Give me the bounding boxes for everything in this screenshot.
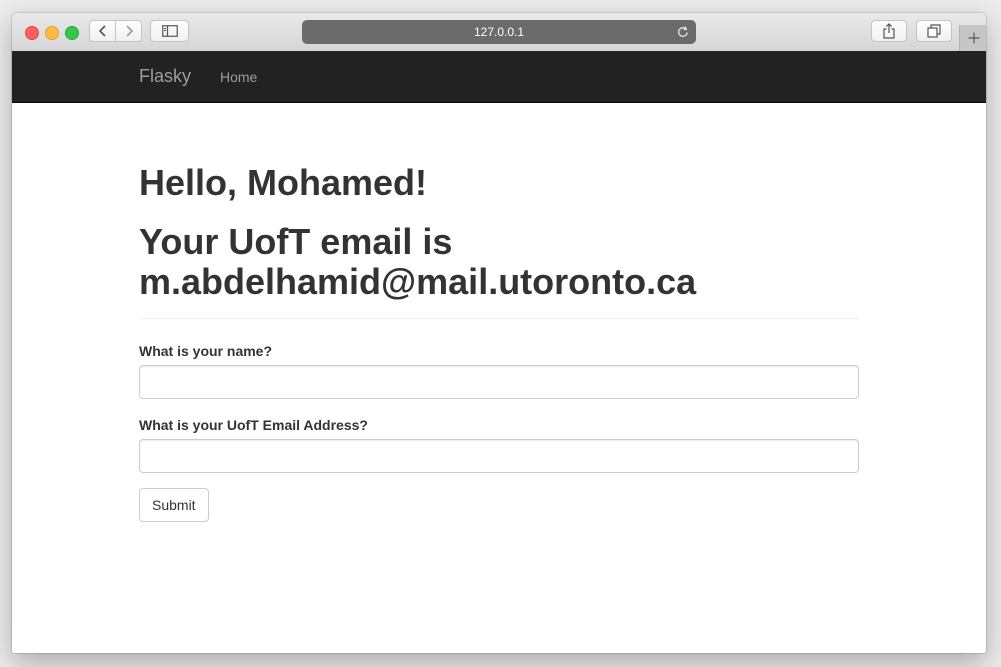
- navbar-brand-link[interactable]: Flasky: [139, 66, 191, 87]
- address-bar[interactable]: 127.0.0.1: [302, 20, 696, 44]
- site-navbar: Flasky Home: [12, 51, 986, 103]
- email-address-text: m.abdelhamid@mail.utoronto.ca: [139, 261, 697, 302]
- sidebar-toggle-button[interactable]: [150, 20, 189, 42]
- sidebar-icon: [161, 25, 178, 37]
- browser-window: 127.0.0.1 Flasky Home Hello, Mohamed! Yo…: [12, 13, 986, 653]
- minimize-window-button[interactable]: [45, 26, 59, 40]
- back-button[interactable]: [90, 21, 116, 41]
- show-tabs-button[interactable]: [916, 20, 952, 42]
- chevron-right-icon: [125, 25, 133, 37]
- name-label: What is your name?: [139, 343, 273, 359]
- name-input[interactable]: [139, 365, 859, 399]
- browser-toolbar: 127.0.0.1: [12, 13, 986, 52]
- history-navigation: [89, 20, 142, 42]
- forward-button[interactable]: [116, 21, 141, 41]
- email-heading: Your UofT email is m.abdelhamid@mail.uto…: [139, 222, 859, 302]
- chevron-left-icon: [98, 25, 106, 37]
- plus-icon: [968, 32, 979, 44]
- nav-link-home[interactable]: Home: [220, 69, 257, 85]
- email-input[interactable]: [139, 439, 859, 473]
- close-window-button[interactable]: [25, 26, 39, 40]
- header-divider: [139, 318, 859, 319]
- reload-icon[interactable]: [676, 25, 690, 39]
- submit-button[interactable]: Submit: [139, 488, 209, 522]
- greeting-heading: Hello, Mohamed!: [139, 162, 428, 203]
- email-label: What is your UofT Email Address?: [139, 417, 368, 433]
- share-button[interactable]: [871, 20, 907, 42]
- maximize-window-button[interactable]: [65, 26, 79, 40]
- share-icon: [883, 23, 895, 39]
- tabs-icon: [927, 24, 941, 38]
- email-heading-prefix: Your UofT email is: [139, 221, 453, 262]
- url-text: 127.0.0.1: [473, 25, 525, 39]
- new-tab-button[interactable]: [959, 25, 986, 51]
